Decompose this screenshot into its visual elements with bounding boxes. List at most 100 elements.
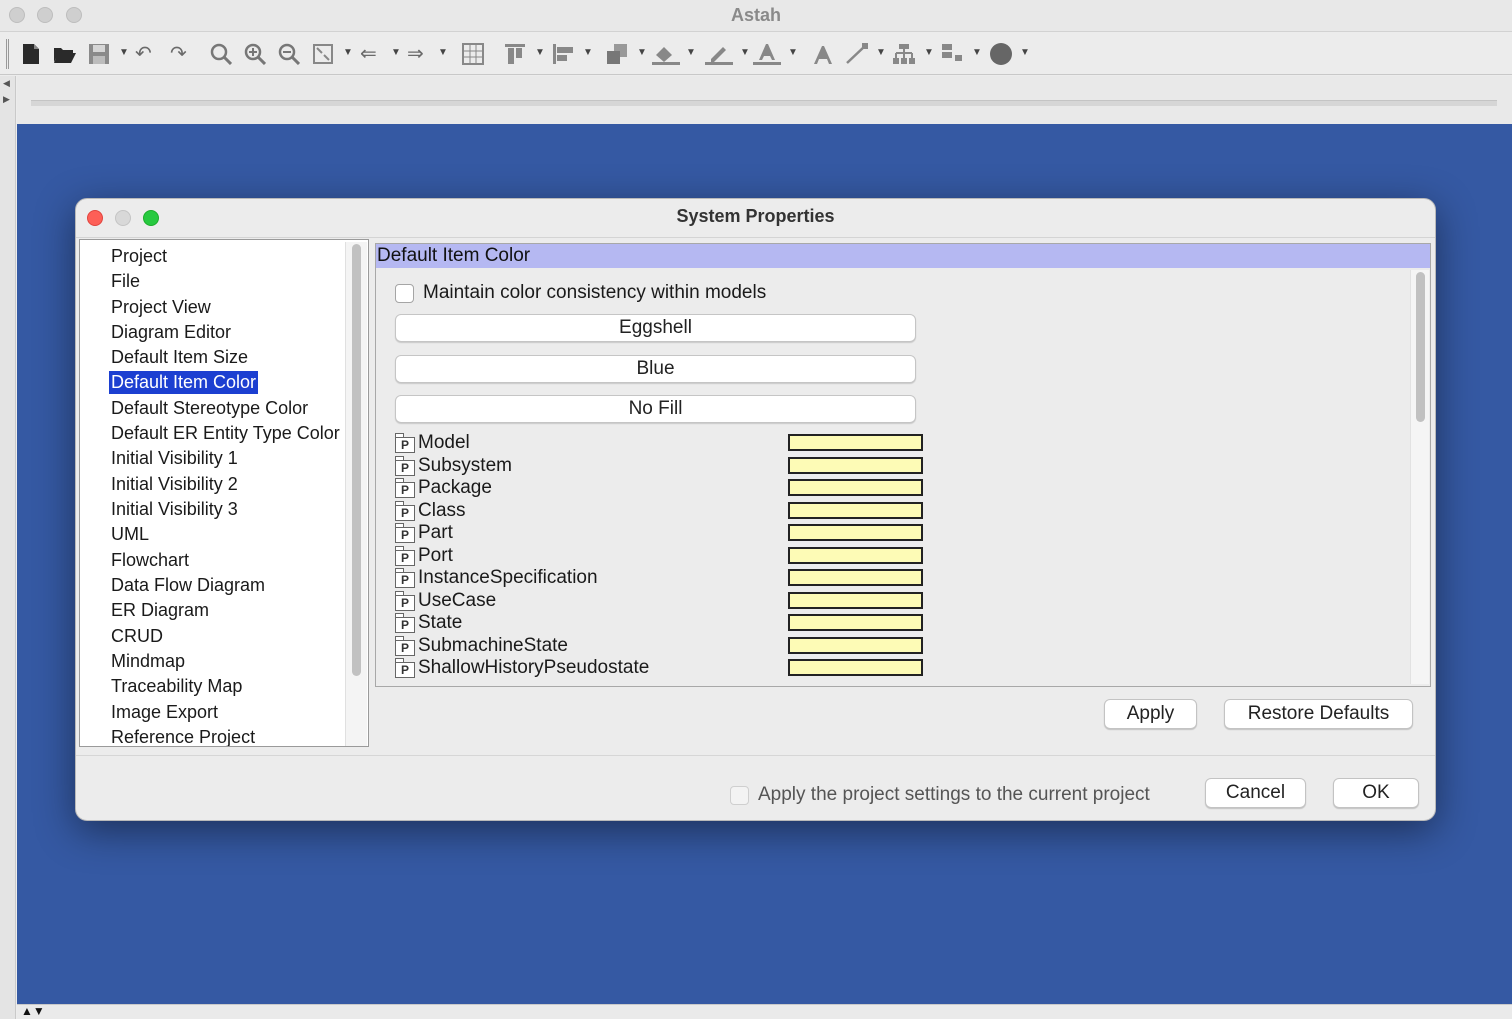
nav-item-default-item-color[interactable]: Default Item Color [109, 371, 259, 394]
panel-scrollbar[interactable] [1410, 270, 1429, 684]
color-swatch[interactable] [788, 457, 923, 474]
align-top-dropdown-arrow[interactable]: ▼ [535, 47, 545, 58]
apply-button[interactable]: Apply [1104, 699, 1197, 729]
ok-button[interactable]: OK [1333, 778, 1419, 808]
item-label: Class [418, 500, 466, 521]
align-left-dropdown-arrow[interactable]: ▼ [583, 47, 593, 58]
layout-icon[interactable] [941, 43, 963, 65]
nav-item-flowchart[interactable]: Flowchart [109, 549, 191, 572]
item-row-package: P Package [395, 477, 925, 499]
category-list: Project File Project View Diagram Editor… [79, 239, 369, 747]
collapse-left-icon[interactable]: ◀ [3, 78, 10, 89]
nav-item-initial-visibility-3[interactable]: Initial Visibility 3 [109, 498, 240, 521]
color-swatch[interactable] [788, 434, 923, 451]
item-row-shallow-history-pseudostate: P ShallowHistoryPseudostate [395, 657, 925, 679]
property-icon: P [395, 546, 416, 566]
undo-icon[interactable]: ↶ [135, 43, 152, 65]
apply-project-settings-checkbox[interactable] [730, 785, 749, 805]
line-color-dropdown-arrow[interactable]: ▼ [740, 47, 750, 58]
expand-right-icon[interactable]: ▶ [3, 94, 10, 105]
color-circle-icon[interactable] [989, 43, 1013, 65]
redo-icon[interactable]: ↷ [170, 43, 187, 65]
zoom-fit-icon[interactable] [210, 43, 232, 65]
fill-color-icon[interactable] [652, 43, 680, 65]
nav-item-default-er-entity-type-color[interactable]: Default ER Entity Type Color [109, 422, 342, 445]
nav-item-file[interactable]: File [109, 270, 142, 293]
color-swatch[interactable] [788, 547, 923, 564]
nav-item-mindmap[interactable]: Mindmap [109, 650, 187, 673]
color-swatch[interactable] [788, 659, 923, 676]
color-swatch[interactable] [788, 592, 923, 609]
restore-defaults-button[interactable]: Restore Defaults [1224, 699, 1413, 729]
blue-preset-button[interactable]: Blue [395, 355, 916, 383]
nav-item-default-item-size[interactable]: Default Item Size [109, 346, 250, 369]
arrange-dropdown-arrow[interactable]: ▼ [637, 47, 647, 58]
color-swatch[interactable] [788, 614, 923, 631]
fit-window-icon[interactable] [312, 43, 334, 65]
zoom-out-icon[interactable] [278, 43, 300, 65]
arrange-icon[interactable] [606, 43, 628, 65]
nav-item-er-diagram[interactable]: ER Diagram [109, 599, 211, 622]
property-icon: P [395, 568, 416, 588]
tree-layout-dropdown-arrow[interactable]: ▼ [924, 47, 934, 58]
font-color-icon[interactable] [753, 43, 781, 65]
item-label: ShallowHistoryPseudostate [418, 657, 650, 678]
apply-project-settings-label: Apply the project settings to the curren… [758, 784, 1150, 805]
toolbar-grip[interactable] [6, 39, 9, 69]
color-circle-dropdown-arrow[interactable]: ▼ [1020, 47, 1030, 58]
split-toggle-icon[interactable]: ▲▼ [21, 1004, 45, 1018]
nav-item-uml[interactable]: UML [109, 523, 151, 546]
nav-item-initial-visibility-2[interactable]: Initial Visibility 2 [109, 473, 240, 496]
nav-item-project[interactable]: Project [109, 245, 169, 268]
panel-scroll-thumb[interactable] [1416, 272, 1425, 422]
back-icon[interactable]: ⇐ [360, 43, 377, 65]
font-icon[interactable] [812, 43, 836, 65]
maintain-color-consistency-checkbox[interactable] [395, 283, 414, 303]
eggshell-preset-button[interactable]: Eggshell [395, 314, 916, 342]
nav-item-traceability-map[interactable]: Traceability Map [109, 675, 244, 698]
forward-dropdown-arrow[interactable]: ▼ [438, 47, 448, 58]
property-icon: P [395, 478, 416, 498]
apply-project-settings-row[interactable]: Apply the project settings to the curren… [730, 784, 1150, 806]
category-list-scrollbar[interactable] [345, 242, 367, 746]
maintain-color-consistency-row[interactable]: Maintain color consistency within models [395, 282, 766, 304]
layout-dropdown-arrow[interactable]: ▼ [972, 47, 982, 58]
color-swatch[interactable] [788, 524, 923, 541]
open-folder-icon[interactable] [53, 43, 77, 65]
property-icon: P [395, 456, 416, 476]
color-swatch[interactable] [788, 502, 923, 519]
nav-item-data-flow-diagram[interactable]: Data Flow Diagram [109, 574, 267, 597]
cancel-button[interactable]: Cancel [1205, 778, 1306, 808]
nav-item-initial-visibility-1[interactable]: Initial Visibility 1 [109, 447, 240, 470]
nav-item-crud[interactable]: CRUD [109, 625, 165, 648]
item-row-class: P Class [395, 500, 925, 522]
line-style-icon[interactable] [845, 43, 869, 65]
save-dropdown-arrow[interactable]: ▼ [119, 47, 129, 58]
align-left-icon[interactable] [552, 43, 574, 65]
line-color-icon[interactable] [705, 43, 733, 65]
color-swatch[interactable] [788, 479, 923, 496]
nav-item-reference-project[interactable]: Reference Project [109, 726, 257, 746]
color-swatch[interactable] [788, 637, 923, 654]
grid-icon[interactable] [462, 43, 484, 65]
item-row-submachine-state: P SubmachineState [395, 635, 925, 657]
no-fill-preset-button[interactable]: No Fill [395, 395, 916, 423]
tree-layout-icon[interactable] [893, 43, 915, 65]
settings-panel: Default Item Color Maintain color consis… [375, 243, 1431, 687]
nav-item-diagram-editor[interactable]: Diagram Editor [109, 321, 233, 344]
color-swatch[interactable] [788, 569, 923, 586]
new-file-icon[interactable] [22, 43, 40, 65]
zoom-in-icon[interactable] [244, 43, 266, 65]
align-top-icon[interactable] [504, 43, 526, 65]
nav-item-image-export[interactable]: Image Export [109, 701, 220, 724]
line-style-dropdown-arrow[interactable]: ▼ [876, 47, 886, 58]
category-list-scroll-thumb[interactable] [352, 244, 361, 676]
fit-dropdown-arrow[interactable]: ▼ [343, 47, 353, 58]
fill-color-dropdown-arrow[interactable]: ▼ [686, 47, 696, 58]
forward-icon[interactable]: ⇒ [407, 43, 424, 65]
font-color-dropdown-arrow[interactable]: ▼ [788, 47, 798, 58]
nav-item-project-view[interactable]: Project View [109, 296, 213, 319]
nav-item-default-stereotype-color[interactable]: Default Stereotype Color [109, 397, 310, 420]
back-dropdown-arrow[interactable]: ▼ [391, 47, 401, 58]
save-icon[interactable] [88, 43, 110, 65]
